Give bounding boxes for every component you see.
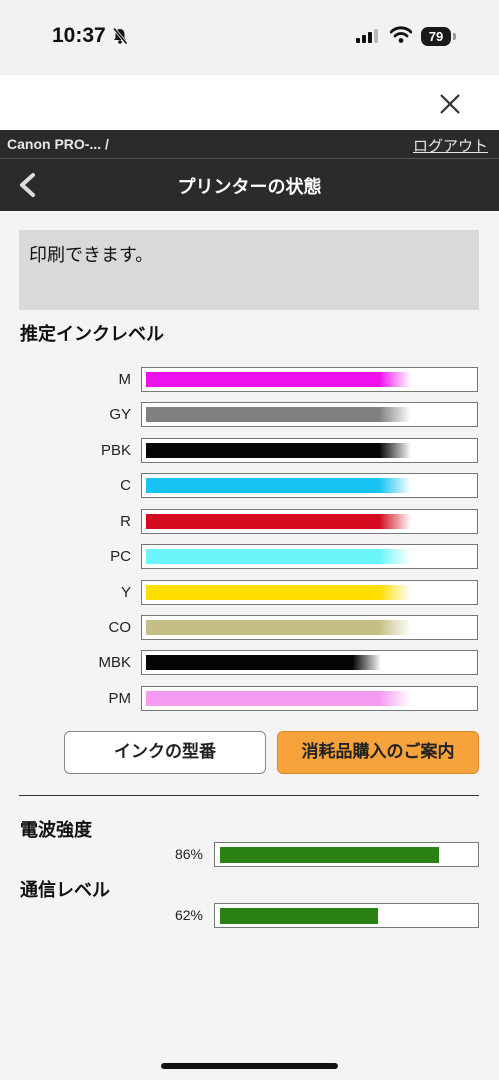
ink-row-pbk: PBK	[0, 438, 499, 464]
ink-row-mbk: MBK	[0, 650, 499, 676]
comm-level-heading: 通信レベル	[20, 880, 110, 901]
ink-bar-fill	[146, 655, 381, 670]
status-bar: 10:37 79	[0, 0, 499, 75]
ink-label: PBK	[100, 442, 131, 459]
ink-bar-fill	[146, 691, 411, 706]
signal-strength-fill	[220, 847, 439, 863]
ink-bar-fill	[146, 407, 411, 422]
ink-bar-fill	[146, 620, 411, 635]
signal-strength-row: 86%	[0, 842, 499, 868]
ink-label: Y	[120, 584, 131, 601]
ink-bar-fill	[146, 372, 411, 387]
ink-bar-track	[141, 473, 478, 498]
battery-tip	[453, 33, 456, 40]
ink-bar-track	[141, 438, 478, 463]
signal-strength-track	[214, 842, 479, 867]
ink-row-co: CO	[0, 615, 499, 641]
ink-bar-track	[141, 650, 478, 675]
divider	[19, 795, 479, 796]
ink-label: CO	[108, 619, 132, 636]
ink-bar-track	[141, 686, 478, 711]
modal-top-area	[0, 75, 499, 130]
ink-bar-fill	[146, 514, 411, 529]
ink-model-button[interactable]: インクの型番	[64, 731, 266, 774]
ink-bar-track	[141, 544, 478, 569]
ink-bar-track	[141, 580, 478, 605]
signal-strength-percent: 86%	[174, 846, 203, 862]
logout-link[interactable]: ログアウト	[413, 135, 488, 156]
ink-bar-track	[141, 615, 478, 640]
signal-strength-heading: 電波強度	[20, 820, 92, 841]
ink-label: PM	[108, 690, 132, 707]
ink-bar-fill	[146, 585, 411, 600]
battery-icon: 79	[421, 27, 451, 46]
breadcrumb: Canon PRO-... /	[7, 136, 109, 152]
bell-muted-icon	[112, 27, 128, 49]
ink-row-pm: PM	[0, 686, 499, 712]
ink-row-r: R	[0, 509, 499, 535]
breadcrumb-bar: Canon PRO-... / ログアウト	[0, 130, 499, 159]
clock: 10:37	[52, 24, 106, 47]
title-bar: プリンターの状態	[0, 159, 499, 211]
ink-bar-fill	[146, 549, 411, 564]
ink-label: GY	[109, 406, 131, 423]
page-title: プリンターの状態	[177, 177, 322, 198]
ink-row-pc: PC	[0, 544, 499, 570]
wifi-icon	[389, 26, 413, 48]
ink-row-c: C	[0, 473, 499, 499]
close-button[interactable]	[436, 90, 464, 118]
ink-level-heading: 推定インクレベル	[20, 324, 164, 345]
comm-level-fill	[220, 908, 378, 924]
ink-row-gy: GY	[0, 402, 499, 428]
ink-bar-fill	[146, 443, 411, 458]
ink-bar-track	[141, 509, 478, 534]
ink-label: C	[120, 477, 131, 494]
purchase-supplies-button[interactable]: 消耗品購入のご案内	[277, 731, 479, 774]
close-icon	[440, 94, 460, 114]
comm-level-track	[214, 903, 479, 928]
ink-label: M	[118, 371, 132, 388]
ink-row-y: Y	[0, 580, 499, 606]
comm-level-row: 62%	[0, 903, 499, 929]
ink-bar-fill	[146, 478, 411, 493]
ink-label: R	[120, 513, 131, 530]
home-indicator	[161, 1063, 338, 1069]
ink-label: MBK	[98, 654, 131, 671]
ink-bar-track	[141, 367, 478, 392]
ink-label: PC	[110, 548, 131, 565]
ink-row-m: M	[0, 367, 499, 393]
cellular-signal-icon	[355, 28, 379, 48]
printer-status-message: 印刷できます。	[19, 230, 479, 310]
comm-level-percent: 62%	[174, 907, 203, 923]
ink-bar-track	[141, 402, 478, 427]
